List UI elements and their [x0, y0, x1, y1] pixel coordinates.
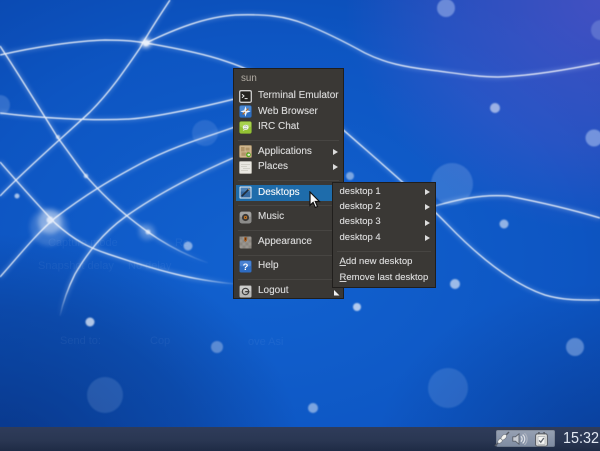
svg-text:?: ? [243, 262, 249, 273]
svg-text:ove Asi: ove Asi [248, 336, 283, 348]
svg-text:Snapshot delay: Snapshot delay [38, 260, 114, 272]
svg-text:No delay: No delay [128, 260, 172, 272]
svg-text:Cop: Cop [150, 335, 170, 347]
svg-text:Send to:: Send to: [60, 335, 101, 347]
